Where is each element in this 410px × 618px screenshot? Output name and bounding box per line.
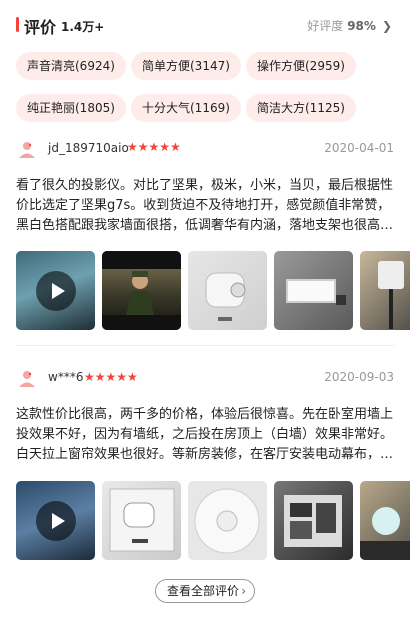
chevron-right-icon: ›: [241, 584, 246, 598]
review-tag[interactable]: 简单方便(3147): [131, 52, 241, 80]
video-thumbnail[interactable]: [16, 251, 95, 330]
positive-rate-link[interactable]: 好评度 98% ❯: [307, 17, 392, 34]
photo-thumbnail[interactable]: [188, 251, 267, 330]
positive-rate-label: 好评度: [307, 19, 344, 33]
chevron-right-icon: ❯: [381, 18, 392, 33]
review-username: w***6: [48, 370, 84, 384]
review-date: 2020-04-01: [324, 141, 394, 155]
photo-thumbnail[interactable]: [360, 251, 410, 330]
review-tag[interactable]: 纯正艳丽(1805): [16, 94, 126, 122]
photo-content: [378, 261, 404, 329]
photo-content: [205, 272, 246, 321]
photo-content: [194, 488, 260, 554]
photo-thumbnail[interactable]: [274, 251, 353, 330]
star-rating: ★★★★★: [127, 140, 181, 154]
accent-bar: [16, 17, 19, 32]
review-date: 2020-09-03: [324, 370, 394, 384]
review-text: 这款性价比很高，两千多的价格，体验后很惊喜。先在卧室用墙上投效果不好，因为有墙纸…: [16, 407, 394, 462]
section-title: 评价: [24, 18, 57, 37]
play-icon: [36, 271, 76, 311]
photo-thumbnail[interactable]: [102, 481, 181, 560]
view-all-reviews-button[interactable]: 查看全部评价 ›: [155, 579, 255, 603]
photo-content: [109, 488, 175, 552]
photo-thumbnail[interactable]: [360, 481, 410, 560]
photo-content: [286, 279, 346, 305]
review-tag[interactable]: 十分大气(1169): [131, 94, 241, 122]
review-tag[interactable]: 操作方便(2959): [246, 52, 356, 80]
review-images: [16, 481, 410, 561]
star-rating: ★★★★★: [84, 370, 138, 384]
photo-content: [360, 507, 410, 560]
review-images: [16, 251, 410, 331]
review-text: 看了很久的投影仪。对比了坚果，极米，小米，当贝，最后根据性价比选定了坚果g7s。…: [16, 178, 394, 233]
avatar-icon: [19, 142, 35, 158]
view-all-label: 查看全部评价: [167, 584, 240, 598]
divider: [16, 345, 394, 346]
review-tag[interactable]: 简洁大方(1125): [246, 94, 356, 122]
avatar-icon: [19, 371, 35, 387]
reviews-header: 评价 1.4万+ 好评度 98% ❯: [0, 0, 410, 46]
photo-thumbnail[interactable]: [274, 481, 353, 560]
play-icon: [36, 501, 76, 541]
video-thumbnail[interactable]: [16, 481, 95, 560]
photo-content: [284, 495, 342, 547]
review-username: jd_189710aio: [48, 141, 129, 155]
positive-rate-value: 98%: [347, 18, 376, 33]
review-tag[interactable]: 声音清亮(6924): [16, 52, 126, 80]
photo-thumbnail[interactable]: [188, 481, 267, 560]
review-count: 1.4万+: [61, 20, 105, 34]
photo-content: [102, 251, 181, 330]
photo-thumbnail[interactable]: [102, 251, 181, 330]
